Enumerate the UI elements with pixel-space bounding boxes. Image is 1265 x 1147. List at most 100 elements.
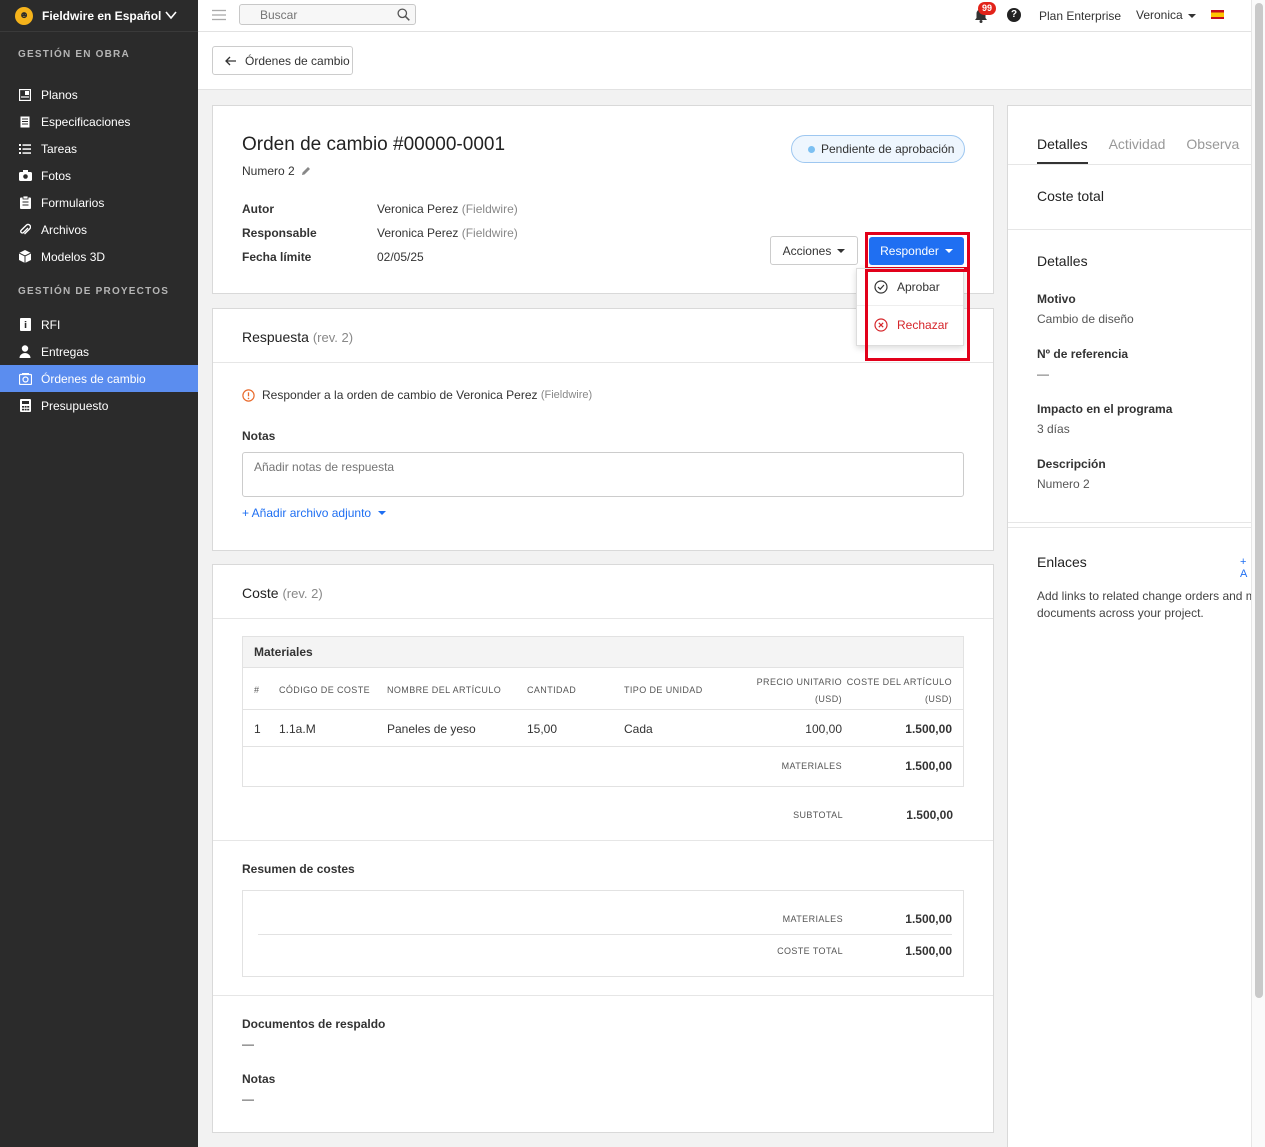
author-org: (Fieldwire) <box>461 202 518 216</box>
response-title: Respuesta (rev. 2) <box>242 329 353 345</box>
sidebar-item-tareas[interactable]: Tareas <box>0 135 198 162</box>
item-quantity: 15,00 <box>527 722 558 736</box>
sidebar-item-planos[interactable]: Planos <box>0 81 198 108</box>
materials-header: Materiales <box>243 637 963 668</box>
project-switcher[interactable]: ☻ Fieldwire en Español <box>0 0 198 32</box>
unit-price: 100,00 <box>805 722 842 736</box>
svg-text:i: i <box>23 321 26 331</box>
column-header: CANTIDAD <box>527 685 577 695</box>
responsible-value: Veronica Perez (Fieldwire) <box>377 226 518 240</box>
column-header: CÓDIGO DE COSTE <box>279 685 371 695</box>
order-subtitle[interactable]: Numero 2 <box>242 164 311 178</box>
details-title: Detalles <box>1037 253 1088 269</box>
spain-flag-icon[interactable] <box>1211 10 1224 19</box>
column-header: COSTE DEL ARTÍCULO <box>846 677 952 687</box>
response-prompt-text: Responder a la orden de cambio de Veroni… <box>262 388 538 402</box>
sidebar-item-entregas[interactable]: Entregas <box>0 338 198 365</box>
motive-label: Motivo <box>1037 292 1076 306</box>
tab-observaciones[interactable]: Observa <box>1186 136 1239 164</box>
sidebar-item-modelos-3d[interactable]: Modelos 3D <box>0 243 198 270</box>
sidebar-item-fotos[interactable]: Fotos <box>0 162 198 189</box>
scrollbar[interactable] <box>1251 0 1265 1147</box>
scrollbar-thumb[interactable] <box>1255 3 1263 998</box>
section-title-projects: GESTIÓN DE PROYECTOS <box>18 286 170 297</box>
caret-down-icon <box>837 248 846 253</box>
back-button-label: Órdenes de cambio <box>245 53 350 68</box>
sidebar-item-label: Modelos 3D <box>41 249 106 264</box>
notification-count-badge[interactable]: 99 <box>978 2 997 15</box>
author-value: Veronica Perez (Fieldwire) <box>377 202 518 216</box>
arrow-left-icon <box>225 56 236 65</box>
response-prompt: Responder a la orden de cambio de Veroni… <box>242 388 592 402</box>
status-dot-icon <box>808 145 815 153</box>
summary-total-label: COSTE TOTAL <box>777 946 843 956</box>
sidebar-item-presupuesto[interactable]: Presupuesto <box>0 392 198 419</box>
materials-total-label: MATERIALES <box>781 761 842 771</box>
column-header: (USD) <box>925 694 952 704</box>
column-header: TIPO DE UNIDAD <box>624 685 703 695</box>
chevron-down-icon[interactable] <box>164 8 178 22</box>
divider <box>1008 527 1251 528</box>
actions-button[interactable]: Acciones <box>770 236 858 265</box>
summary-materials-value: 1.500,00 <box>905 912 952 926</box>
divider <box>213 618 993 619</box>
user-menu[interactable]: Veronica <box>1136 8 1196 22</box>
search-icon[interactable] <box>397 8 410 21</box>
divider <box>213 840 993 841</box>
plan-label[interactable]: Plan Enterprise <box>1039 9 1121 23</box>
camera-icon <box>18 169 32 183</box>
materials-total-value: 1.500,00 <box>905 759 952 773</box>
reference-label: Nº de referencia <box>1037 347 1129 361</box>
materials-table: Materiales # CÓDIGO DE COSTE NOMBRE DEL … <box>242 636 964 787</box>
subtotal-value: 1.500,00 <box>906 808 953 822</box>
sidebar-item-especificaciones[interactable]: Especificaciones <box>0 108 198 135</box>
responsible-name: Veronica Perez <box>377 226 459 240</box>
highlight-respond-menu <box>865 269 970 361</box>
pencil-icon[interactable] <box>301 166 311 176</box>
add-attachment-link[interactable]: + Añadir archivo adjunto <box>242 506 387 520</box>
row-number: 1 <box>254 722 261 736</box>
subtotal-label: SUBTOTAL <box>793 810 843 820</box>
column-header: (USD) <box>815 694 842 704</box>
sidebar-item-label: Especificaciones <box>41 114 131 129</box>
motive-value: Cambio de diseño <box>1037 312 1134 326</box>
add-link-button[interactable]: + A <box>1240 556 1251 580</box>
due-date-value: 02/05/25 <box>377 250 424 264</box>
cost-card: Coste (rev. 2) Materiales # CÓDIGO DE CO… <box>212 564 994 1133</box>
unit-type: Cada <box>624 722 653 736</box>
fieldwire-logo-icon: ☻ <box>15 6 33 25</box>
tasks-icon <box>18 142 32 156</box>
page-title: Orden de cambio #00000-0001 <box>242 134 506 155</box>
column-header: # <box>254 685 260 695</box>
status-text: Pendiente de aprobación <box>821 142 955 156</box>
sidebar-item-formularios[interactable]: Formularios <box>0 189 198 216</box>
calculator-icon <box>18 399 32 413</box>
caret-down-icon <box>378 511 387 515</box>
search-input[interactable] <box>240 5 390 24</box>
order-subtitle-text: Numero 2 <box>242 164 295 178</box>
total-cost-title: Coste total <box>1037 188 1104 204</box>
back-button[interactable]: Órdenes de cambio <box>212 46 353 75</box>
supporting-docs-label: Documentos de respaldo <box>242 1017 386 1031</box>
highlight-respond-button <box>865 232 970 270</box>
change-order-icon <box>18 372 32 386</box>
section-title-field: GESTIÓN EN OBRA <box>18 49 130 60</box>
tab-actividad[interactable]: Actividad <box>1109 136 1166 164</box>
sidebar-item-label: Archivos <box>41 222 88 237</box>
sidebar-item-ordenes-de-cambio[interactable]: Órdenes de cambio <box>0 365 198 392</box>
supporting-docs-value: — <box>242 1037 254 1051</box>
specs-icon <box>18 115 32 129</box>
response-notes-field[interactable] <box>242 452 964 497</box>
search-box[interactable] <box>239 4 416 25</box>
divider <box>213 995 993 996</box>
sidebar-item-archivos[interactable]: Archivos <box>0 216 198 243</box>
user-name: Veronica <box>1136 8 1183 22</box>
help-icon[interactable]: ? <box>1007 8 1021 22</box>
tab-detalles[interactable]: Detalles <box>1037 136 1088 164</box>
hamburger-menu-icon[interactable] <box>212 9 226 21</box>
paperclip-icon <box>18 223 32 237</box>
due-date-label: Fecha límite <box>242 250 312 264</box>
cost-title-text: Coste <box>242 585 279 601</box>
table-row[interactable]: 1 1.1a.M Paneles de yeso 15,00 Cada 100,… <box>243 710 963 747</box>
sidebar-item-rfi[interactable]: i RFI <box>0 311 198 338</box>
